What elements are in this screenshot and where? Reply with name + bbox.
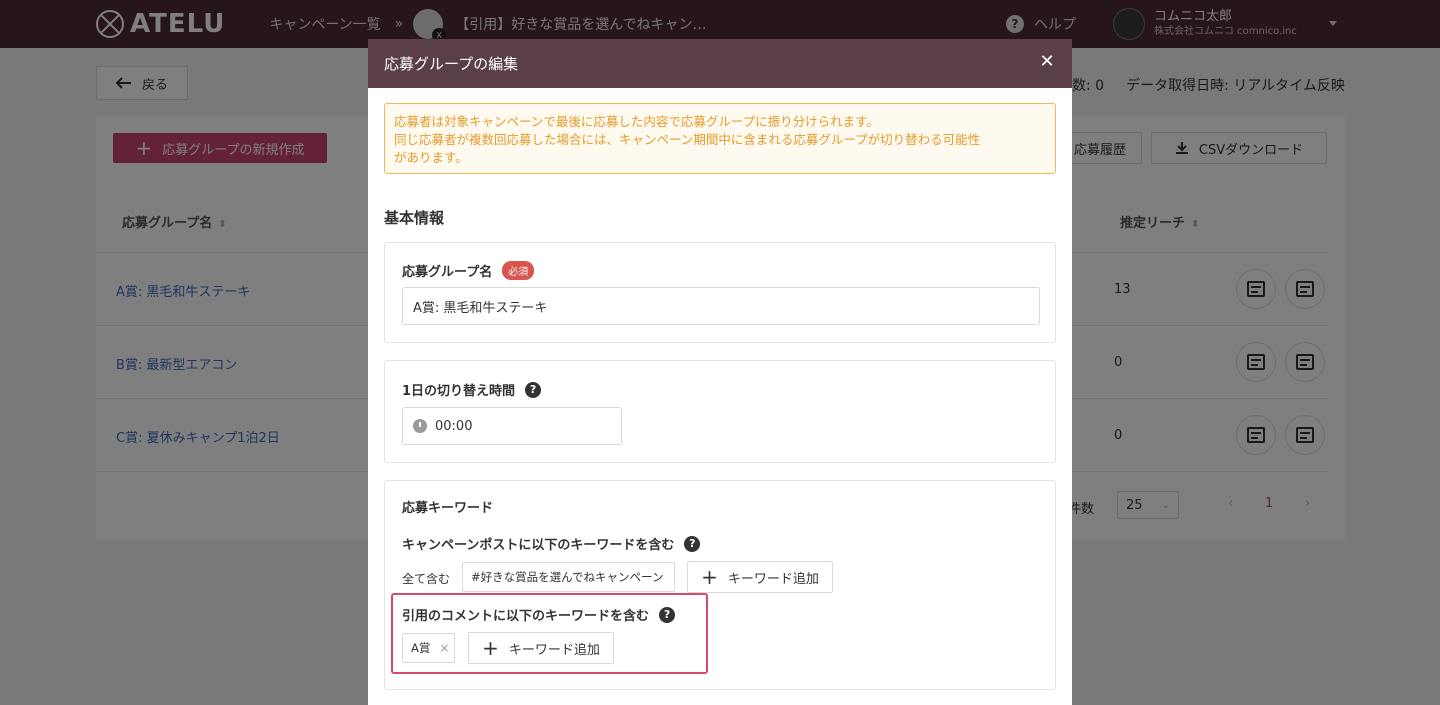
switch-time-label: 1日の切り替え時間 ? <box>402 380 542 399</box>
question-icon[interactable]: ? <box>525 381 542 398</box>
modal-title: 応募グループの編集 <box>384 55 519 73</box>
post-keyword-tag[interactable]: #好きな賞品を選んでねキャンペーン <box>462 562 675 592</box>
switch-time-box: 1日の切り替え時間 ? 00:00 <box>384 360 1056 463</box>
notice-box: 応募者は対象キャンペーンで最後に応募した内容で応募グループに振り分けられます。 … <box>384 103 1056 174</box>
add-post-keyword-button[interactable]: + キーワード追加 <box>687 561 833 593</box>
notice-line: 応募者は対象キャンペーンで最後に応募した内容で応募グループに振り分けられます。 <box>394 114 879 129</box>
switch-time-input[interactable]: 00:00 <box>402 407 622 445</box>
keyword-section-label: 応募キーワード <box>402 501 494 516</box>
group-name-box: 応募グループ名 必須 A賞: 黒毛和牛ステーキ <box>384 242 1056 343</box>
notice-line: があります。 <box>394 150 468 165</box>
notice-line: 同じ応募者が複数回応募した場合には、キャンペーン期間中に含まれる応募グループが切… <box>394 132 981 147</box>
modal-header: 応募グループの編集 ✕ <box>368 39 1072 88</box>
clock-icon <box>413 419 427 433</box>
quote-keyword-highlight <box>391 593 708 674</box>
required-badge: 必須 <box>502 261 535 280</box>
close-icon[interactable]: ✕ <box>1038 53 1056 71</box>
question-icon[interactable]: ? <box>684 535 701 552</box>
match-mode: 全て含む <box>402 572 451 586</box>
post-keyword-label: キャンペーンポストに以下のキーワードを含む ? <box>402 534 701 553</box>
section-basic-info: 基本情報 <box>384 209 445 227</box>
group-name-label: 応募グループ名 必須 <box>402 261 535 280</box>
plus-icon: + <box>701 565 718 589</box>
edit-group-modal: 応募グループの編集 ✕ 応募者は対象キャンペーンで最後に応募した内容で応募グルー… <box>368 39 1072 705</box>
group-name-input[interactable]: A賞: 黒毛和牛ステーキ <box>402 287 1040 325</box>
